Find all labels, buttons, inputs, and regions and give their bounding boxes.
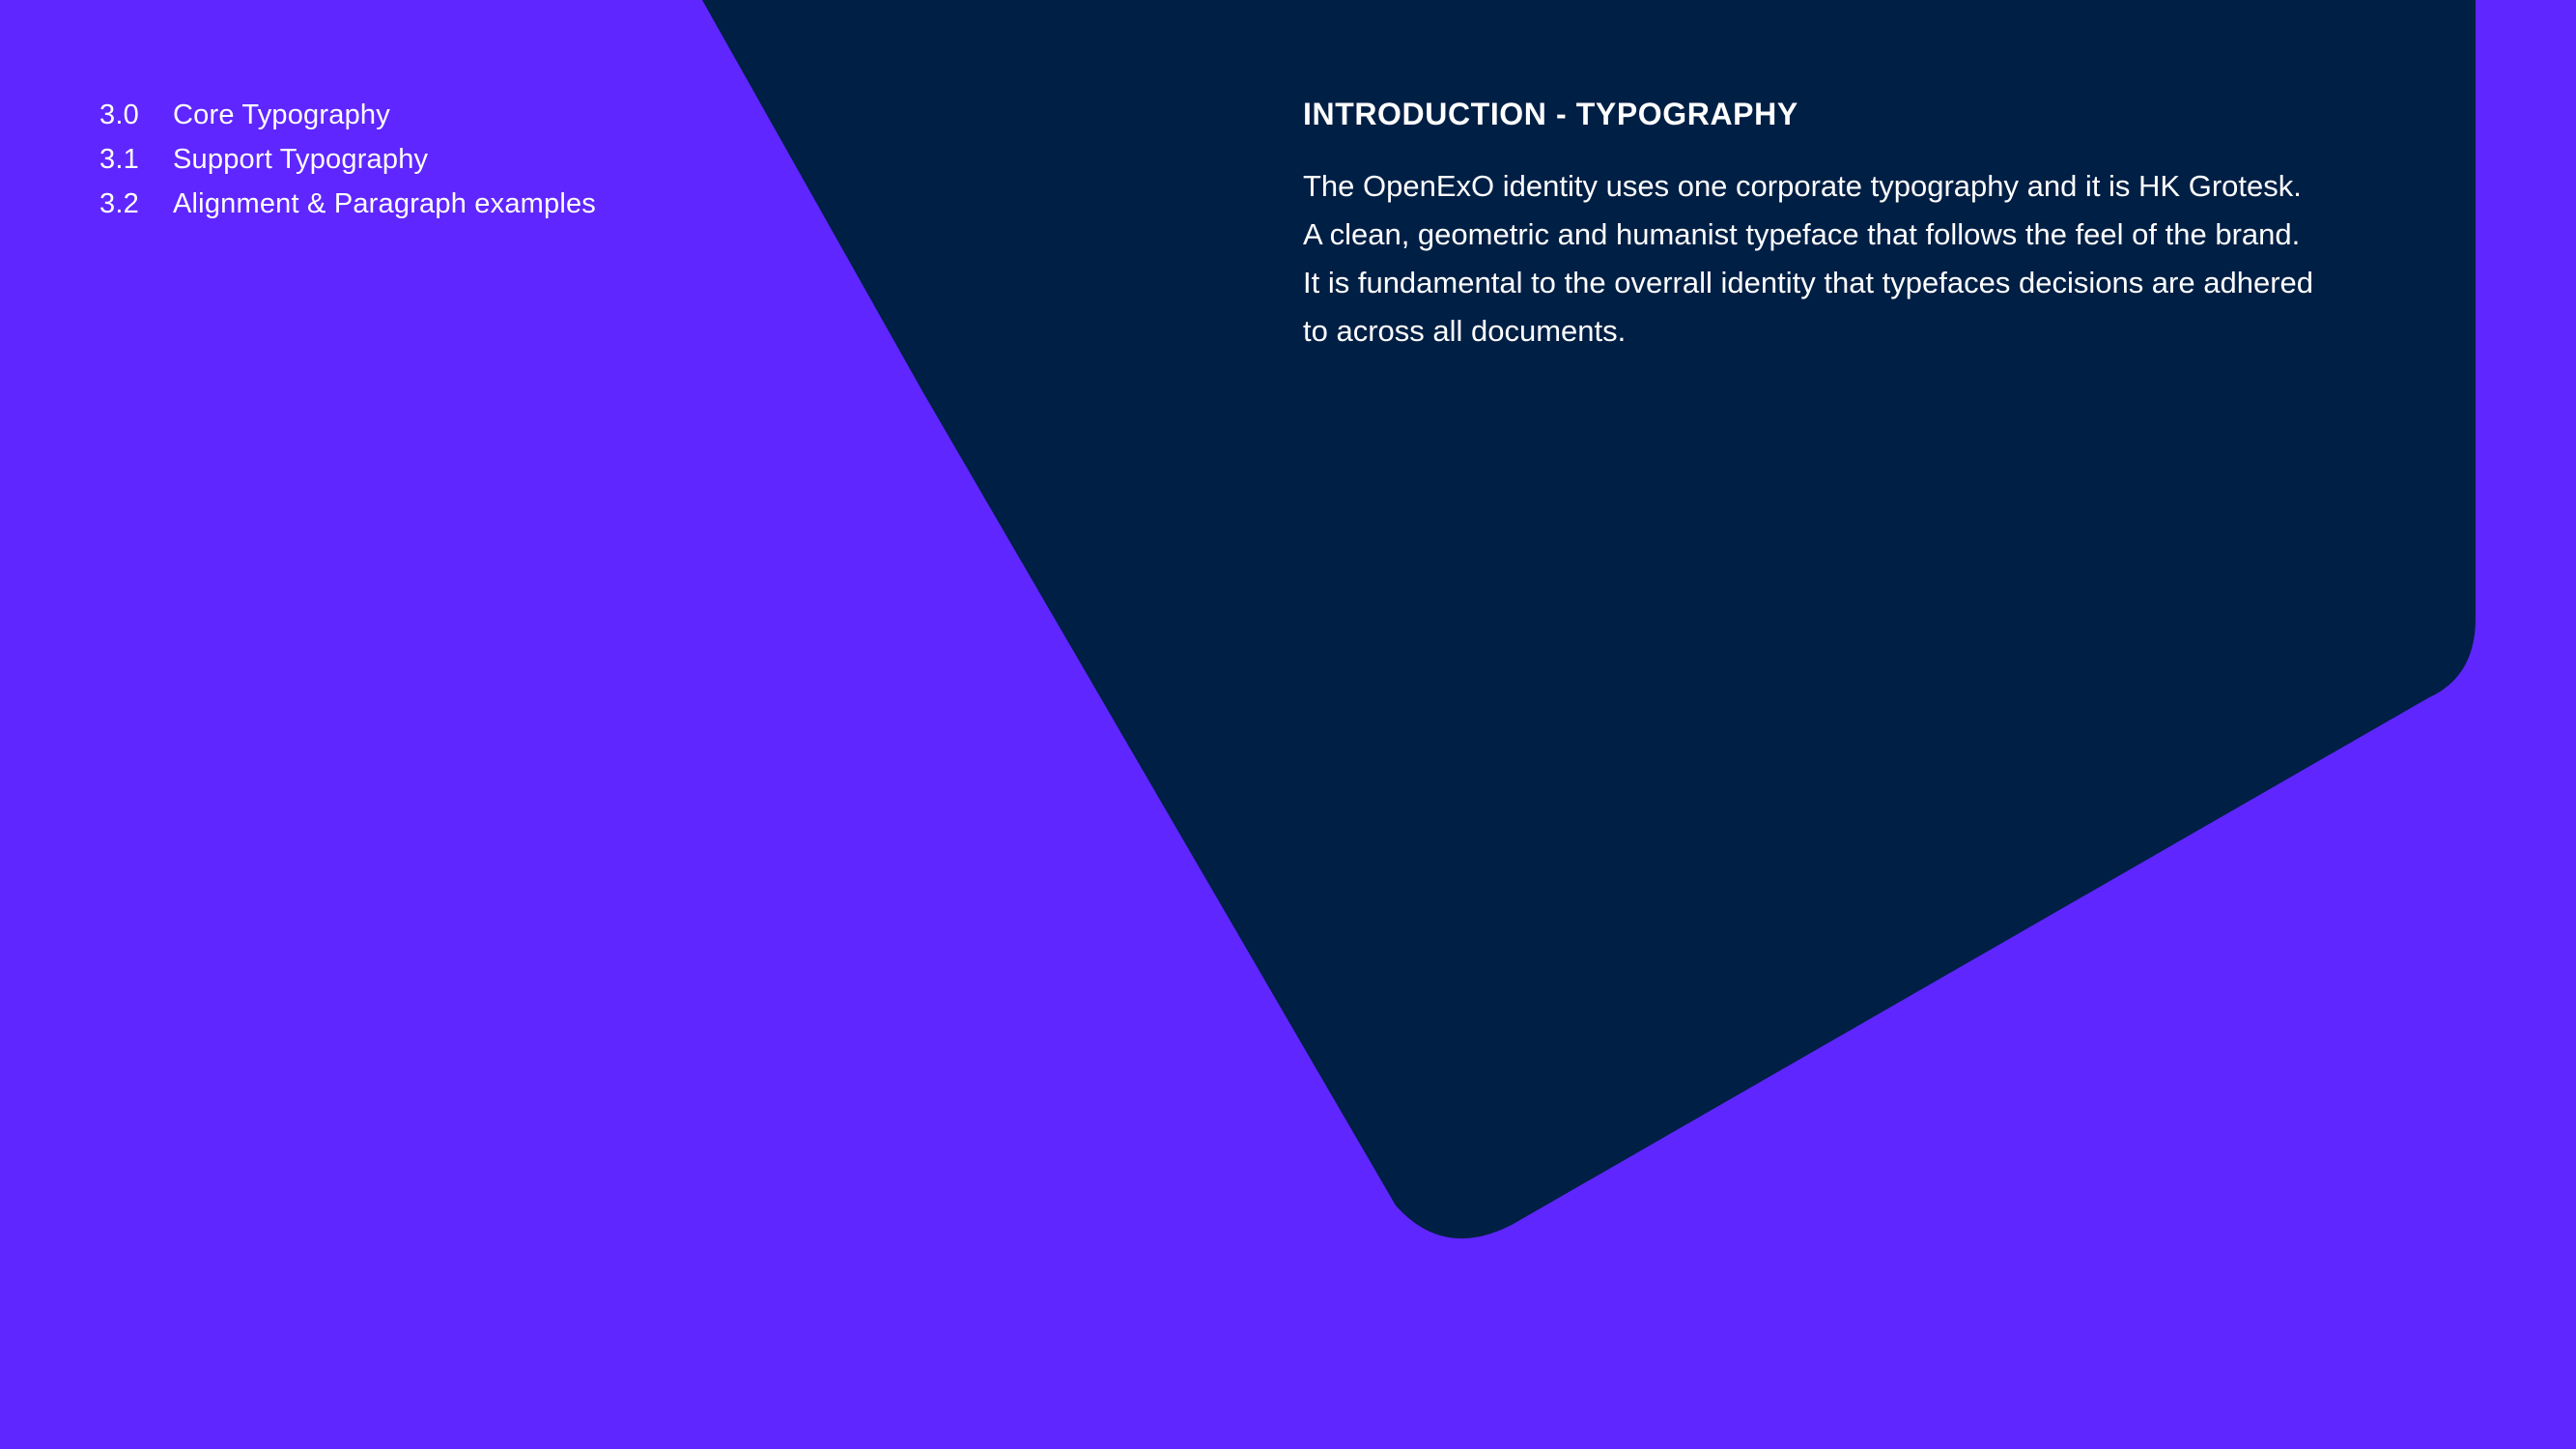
toc-item-core-typography[interactable]: 3.0 Core Typography [99,93,698,137]
paragraph-line: to across all documents. [1303,314,1627,348]
intro-paragraph: The OpenExO identity uses one corporate … [1303,162,2423,355]
toc-item-support-typography[interactable]: 3.1 Support Typography [99,137,698,182]
table-of-contents: 3.0 Core Typography 3.1 Support Typograp… [99,93,698,226]
toc-item-number: 3.2 [99,188,139,219]
introduction-section: INTRODUCTION - TYPOGRAPHY The OpenExO id… [1303,93,2423,355]
paragraph-line: A clean, geometric and humanist typeface… [1303,217,2301,251]
toc-item-alignment-paragraph-examples[interactable]: 3.2 Alignment & Paragraph examples [99,182,698,226]
toc-item-label: Core Typography [173,99,390,130]
paragraph-line: The OpenExO identity uses one corporate … [1303,169,2302,203]
toc-item-label: Alignment & Paragraph examples [173,188,597,219]
toc-item-number: 3.0 [99,99,139,130]
toc-item-label: Support Typography [173,144,429,175]
section-title: INTRODUCTION - TYPOGRAPHY [1303,97,1798,131]
toc-item-number: 3.1 [99,144,139,175]
paragraph-line: It is fundamental to the overrall identi… [1303,266,2313,299]
